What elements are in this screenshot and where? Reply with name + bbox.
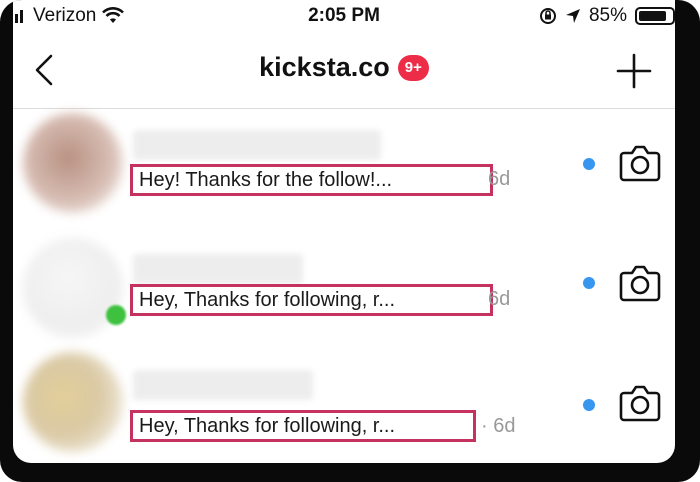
avatar [23,113,123,213]
location-arrow-icon [565,9,580,23]
status-bar: Verizon 2:05 PM 85% [13,0,675,32]
notification-badge: 9+ [397,54,429,81]
thread-row[interactable]: Hey, Thanks for following, r... 6d [13,230,675,348]
username-redacted [133,254,303,284]
message-preview: Hey, Thanks for following, r... [130,284,493,316]
username-redacted [133,370,313,400]
message-preview: Hey, Thanks for following, r... [130,410,476,442]
avatar [23,352,123,452]
camera-icon[interactable] [618,263,662,303]
account-title: kicksta.co [259,52,390,82]
account-switcher[interactable]: kicksta.co 9+ [13,52,675,83]
orientation-lock-icon [539,8,556,24]
message-time: 6d [488,168,511,190]
message-time: 6d [488,288,511,310]
message-time: · 6d [481,415,516,437]
avatar [23,238,123,338]
plus-icon[interactable] [615,52,653,90]
online-indicator [106,305,126,325]
camera-icon[interactable] [618,383,662,423]
thread-row[interactable]: Hey, Thanks for following, r... · 6d [13,350,675,463]
username-redacted [133,130,381,160]
status-right: 85% [539,5,675,27]
phone-frame: Verizon 2:05 PM 85% kicksta.co 9+ Hey! T… [0,0,700,482]
screen: Verizon 2:05 PM 85% kicksta.co 9+ Hey! T… [13,0,675,463]
unread-indicator [583,399,595,411]
message-preview: Hey! Thanks for the follow!... [130,164,493,196]
battery-icon [635,7,675,25]
unread-indicator [583,277,595,289]
unread-indicator [583,158,595,170]
inbox-header: kicksta.co 9+ [13,32,675,109]
battery-percent: 85% [588,5,627,26]
camera-icon[interactable] [618,143,662,183]
thread-row[interactable]: Hey! Thanks for the follow!... 6d [13,109,675,227]
